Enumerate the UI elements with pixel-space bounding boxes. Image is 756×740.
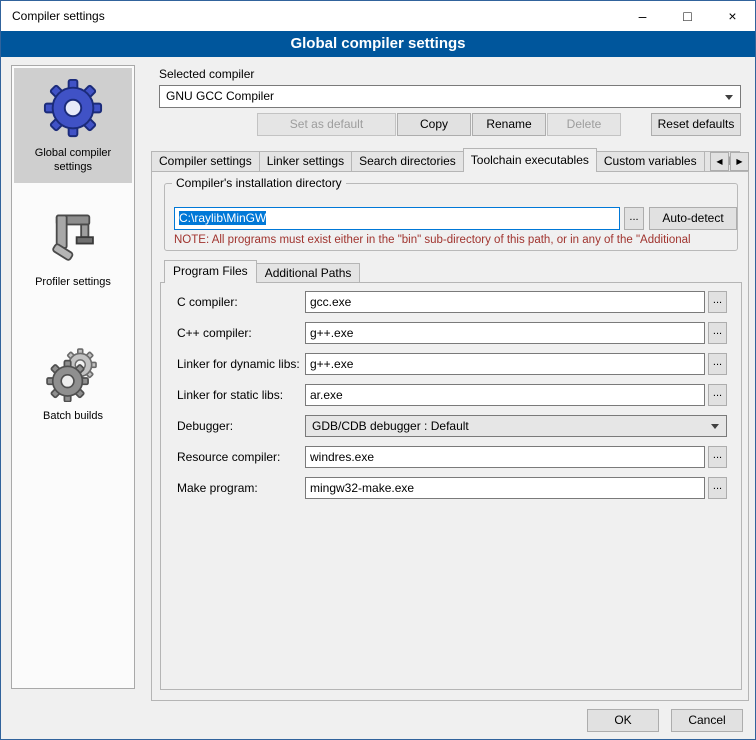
- tab-search-directories[interactable]: Search directories: [351, 151, 464, 172]
- browse-resource-compiler-button[interactable]: ...: [708, 446, 727, 468]
- rename-button[interactable]: Rename: [472, 113, 546, 136]
- tab-program-files[interactable]: Program Files: [164, 260, 257, 283]
- browse-cpp-compiler-button[interactable]: ...: [708, 322, 727, 344]
- sidebar-item-batch-builds[interactable]: Batch builds: [14, 335, 132, 431]
- browse-make-program-button[interactable]: ...: [708, 477, 727, 499]
- cpp-compiler-label: C++ compiler:: [177, 326, 252, 340]
- maximize-button[interactable]: □: [665, 1, 710, 31]
- selected-compiler-dropdown[interactable]: GNU GCC Compiler: [159, 85, 741, 108]
- debugger-dropdown[interactable]: GDB/CDB debugger : Default: [305, 415, 727, 437]
- reset-defaults-button[interactable]: Reset defaults: [651, 113, 741, 136]
- tab-scroll-right-icon[interactable]: ▶: [730, 152, 749, 171]
- cancel-button[interactable]: Cancel: [671, 709, 743, 732]
- installation-directory-group-label: Compiler's installation directory: [172, 176, 346, 190]
- linker-dynamic-label: Linker for dynamic libs:: [177, 357, 300, 371]
- linker-static-input[interactable]: ar.exe: [305, 384, 705, 406]
- installation-directory-selected-text: C:\raylib\MinGW: [179, 211, 266, 225]
- copy-button[interactable]: Copy: [397, 113, 471, 136]
- linker-dynamic-value: g++.exe: [310, 357, 353, 371]
- dialog-header-title: Global compiler settings: [1, 31, 755, 57]
- toolchain-executables-panel: Compiler's installation directory C:\ray…: [151, 171, 749, 701]
- linker-static-value: ar.exe: [310, 388, 343, 402]
- tab-linker-settings[interactable]: Linker settings: [259, 151, 352, 172]
- sub-tabstrip: Program Files Additional Paths: [164, 260, 359, 283]
- selected-compiler-value: GNU GCC Compiler: [166, 89, 274, 103]
- tab-toolchain-executables[interactable]: Toolchain executables: [463, 148, 597, 172]
- minimize-button[interactable]: –: [620, 1, 665, 31]
- chevron-down-icon: [711, 424, 719, 429]
- sidebar-item-label: Profiler settings: [16, 275, 130, 289]
- close-button[interactable]: ×: [710, 1, 755, 31]
- tab-additional-paths[interactable]: Additional Paths: [256, 263, 361, 283]
- cpp-compiler-input[interactable]: g++.exe: [305, 322, 705, 344]
- selected-compiler-label: Selected compiler: [159, 67, 254, 81]
- sidebar-item-profiler-settings[interactable]: Profiler settings: [14, 201, 132, 297]
- make-program-value: mingw32-make.exe: [310, 481, 414, 495]
- sidebar: Global compiler settings Profiler settin…: [11, 65, 135, 689]
- linker-dynamic-input[interactable]: g++.exe: [305, 353, 705, 375]
- debugger-value: GDB/CDB debugger : Default: [312, 419, 469, 433]
- tab-compiler-settings[interactable]: Compiler settings: [151, 151, 260, 172]
- resource-compiler-input[interactable]: windres.exe: [305, 446, 705, 468]
- sidebar-item-global-compiler-settings[interactable]: Global compiler settings: [14, 68, 132, 183]
- resource-compiler-value: windres.exe: [310, 450, 374, 464]
- titlebar: Compiler settings – □ ×: [1, 1, 755, 31]
- resource-compiler-label: Resource compiler:: [177, 450, 280, 464]
- make-program-label: Make program:: [177, 481, 258, 495]
- window-title: Compiler settings: [12, 1, 105, 31]
- ok-button[interactable]: OK: [587, 709, 659, 732]
- linker-static-label: Linker for static libs:: [177, 388, 283, 402]
- chevron-down-icon: [725, 95, 733, 100]
- profiler-clamp-icon: [44, 210, 102, 268]
- debugger-label: Debugger:: [177, 419, 233, 433]
- c-compiler-label: C compiler:: [177, 295, 238, 309]
- installation-note-text: NOTE: All programs must exist either in …: [174, 234, 740, 246]
- sidebar-item-label: Global compiler settings: [16, 146, 130, 175]
- browse-linker-static-button[interactable]: ...: [708, 384, 727, 406]
- auto-detect-button[interactable]: Auto-detect: [649, 207, 737, 230]
- gear-icon: [42, 77, 104, 139]
- browse-linker-dynamic-button[interactable]: ...: [708, 353, 727, 375]
- window-controls: – □ ×: [620, 1, 755, 31]
- browse-c-compiler-button[interactable]: ...: [708, 291, 727, 313]
- tab-custom-variables[interactable]: Custom variables: [596, 151, 705, 172]
- browse-directory-button[interactable]: ...: [624, 207, 644, 230]
- program-files-panel: C compiler: gcc.exe ... C++ compiler: g+…: [160, 282, 742, 690]
- make-program-input[interactable]: mingw32-make.exe: [305, 477, 705, 499]
- tab-scroll-left-icon[interactable]: ◀: [710, 152, 729, 171]
- set-as-default-button[interactable]: Set as default: [257, 113, 396, 136]
- c-compiler-input[interactable]: gcc.exe: [305, 291, 705, 313]
- tab-scroll-buttons: ◀ ▶: [709, 152, 749, 171]
- gears-grey-icon: [44, 344, 102, 402]
- compiler-settings-window: Compiler settings – □ × Global compiler …: [0, 0, 756, 740]
- c-compiler-value: gcc.exe: [310, 295, 351, 309]
- installation-directory-input[interactable]: C:\raylib\MinGW: [174, 207, 620, 230]
- sidebar-item-label: Batch builds: [16, 409, 130, 423]
- main-tabstrip: Compiler settings Linker settings Search…: [151, 148, 749, 172]
- delete-button[interactable]: Delete: [547, 113, 621, 136]
- cpp-compiler-value: g++.exe: [310, 326, 353, 340]
